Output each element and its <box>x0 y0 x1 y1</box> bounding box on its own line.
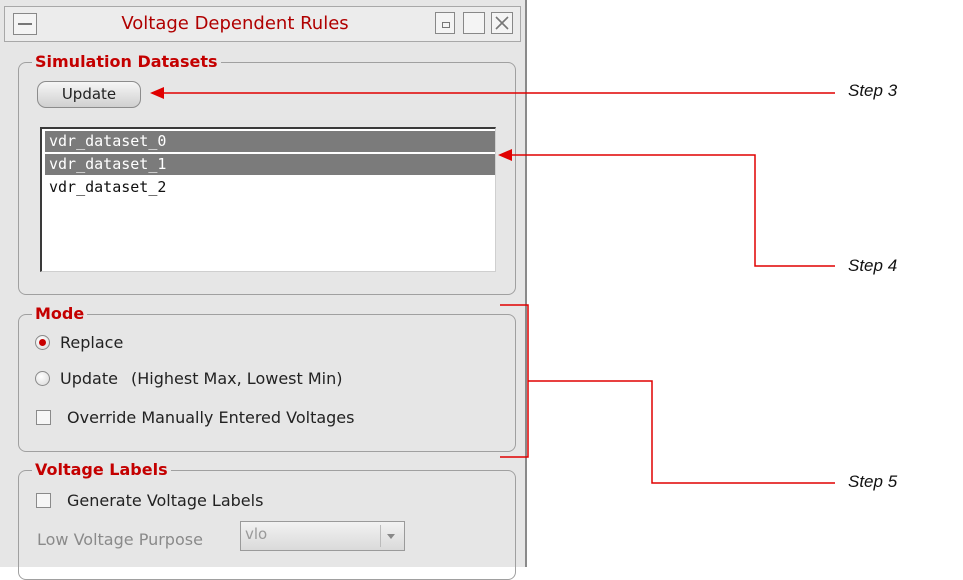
annotation-layer <box>150 87 835 484</box>
step3-label: Step 3 <box>848 81 898 100</box>
step5-bracket <box>500 304 835 484</box>
step4-arrow <box>498 149 835 267</box>
step4-label: Step 4 <box>848 256 898 275</box>
step5-label: Step 5 <box>848 472 898 491</box>
